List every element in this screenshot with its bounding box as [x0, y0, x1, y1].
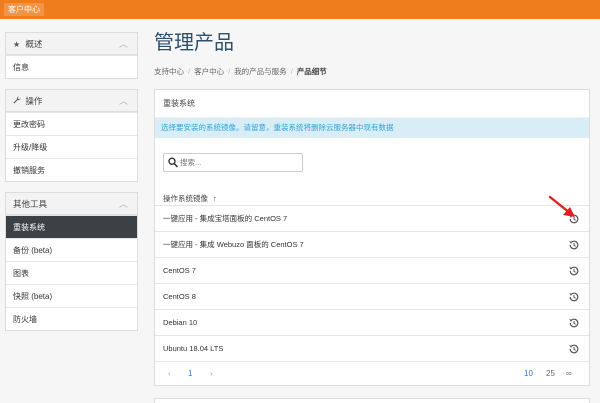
- breadcrumb-my-products[interactable]: 我的产品与服务: [234, 67, 287, 76]
- panel-header-other-tools[interactable]: 其他工具 ︿: [6, 193, 137, 215]
- breadcrumb-separator: /: [228, 67, 231, 76]
- column-label: 操作系统镜像: [163, 194, 208, 203]
- reinstall-card: 重装系统 选择要安装的系统镜像。请留意，重装系统将删除云服务器中现有数据 操作系…: [154, 89, 590, 386]
- info-alert: 选择要安装的系统镜像。请留意，重装系统将删除云服务器中现有数据: [155, 118, 589, 138]
- table-row[interactable]: Debian 10: [155, 309, 589, 335]
- chevron-up-icon[interactable]: ︿: [119, 193, 128, 215]
- sidebar-item-snapshot[interactable]: 快照 (beta): [6, 284, 137, 307]
- next-page-button[interactable]: ›: [210, 362, 213, 386]
- table-row[interactable]: Ubuntu 18.04 LTS: [155, 335, 589, 361]
- breadcrumb-client-center[interactable]: 客户中心: [194, 67, 224, 76]
- breadcrumb: 支持中心 / 客户中心 / 我的产品与服务 / 产品细节: [154, 67, 590, 77]
- page-size-all[interactable]: ∞: [566, 362, 572, 386]
- panel-header-overview[interactable]: ★ 概述 ︿: [6, 33, 137, 55]
- breadcrumb-current: 产品细节: [296, 67, 327, 76]
- panel-title: 概述: [25, 39, 43, 49]
- sidebar-item-charts[interactable]: 图表: [6, 261, 137, 284]
- top-bar: 客户中心: [0, 0, 600, 19]
- restore-icon[interactable]: [568, 239, 580, 251]
- panel-title: 操作: [25, 96, 43, 106]
- topbar-client-center[interactable]: 客户中心: [4, 3, 44, 16]
- table-row[interactable]: CentOS 7: [155, 257, 589, 283]
- annotation-arrow-icon: [548, 195, 575, 217]
- table-row[interactable]: CentOS 8: [155, 283, 589, 309]
- page-number-1[interactable]: 1: [188, 362, 192, 386]
- page-title: 管理产品: [154, 32, 234, 54]
- sidebar: ★ 概述 ︿ 信息 操作 ︿ 更改密码 升级/降级 撤销服务 其他工具 ︿ 重装…: [5, 32, 138, 341]
- page-size-10[interactable]: 10: [524, 362, 533, 386]
- restore-icon[interactable]: [568, 265, 580, 277]
- restore-icon[interactable]: [568, 291, 580, 303]
- breadcrumb-separator: /: [188, 67, 191, 76]
- breadcrumb-support[interactable]: 支持中心: [154, 67, 184, 76]
- sidebar-item-info[interactable]: 信息: [6, 55, 137, 78]
- sort-arrow-icon: ↑: [213, 194, 217, 203]
- sidebar-item-change-password[interactable]: 更改密码: [6, 112, 137, 135]
- search-icon: [168, 157, 178, 168]
- prev-page-button[interactable]: ‹: [168, 362, 171, 386]
- restore-icon[interactable]: [568, 317, 580, 329]
- os-image-name: 一键应用 - 集成 Webuzo 面板的 CentOS 7: [163, 240, 304, 249]
- card-title: 重装系统: [155, 90, 589, 118]
- sidebar-item-cancel-service[interactable]: 撤销服务: [6, 158, 137, 181]
- panel-header-actions[interactable]: 操作 ︿: [6, 90, 137, 112]
- panel-actions: 操作 ︿ 更改密码 升级/降级 撤销服务: [5, 89, 138, 182]
- sidebar-item-firewall[interactable]: 防火墙: [6, 307, 137, 330]
- restore-icon[interactable]: [568, 343, 580, 355]
- panel-overview: ★ 概述 ︿ 信息: [5, 32, 138, 79]
- star-icon: ★: [13, 40, 21, 49]
- sidebar-item-backup[interactable]: 备份 (beta): [6, 238, 137, 261]
- os-image-name: Debian 10: [163, 318, 198, 327]
- panel-title: 其他工具: [13, 199, 48, 209]
- chevron-up-icon[interactable]: ︿: [119, 90, 128, 112]
- search-input[interactable]: [180, 156, 298, 169]
- panel-other-tools: 其他工具 ︿ 重装系统 备份 (beta) 图表 快照 (beta) 防火墙: [5, 192, 138, 331]
- wrench-icon: [13, 91, 23, 113]
- next-card-edge: [154, 398, 590, 403]
- os-image-name: CentOS 8: [163, 292, 196, 301]
- main-content: 管理产品 支持中心 / 客户中心 / 我的产品与服务 / 产品细节 重装系统 选择要安装的系…: [154, 30, 590, 386]
- breadcrumb-separator: /: [290, 67, 293, 76]
- column-header-os-image[interactable]: 操作系统镜像 ↑: [163, 193, 217, 204]
- os-image-name: 一键应用 - 集成宝塔面板的 CentOS 7: [163, 214, 288, 223]
- page-size-25[interactable]: 25: [546, 362, 555, 386]
- os-image-name: Ubuntu 18.04 LTS: [163, 344, 224, 353]
- table-row[interactable]: 一键应用 - 集成 Webuzo 面板的 CentOS 7: [155, 231, 589, 257]
- table-row[interactable]: 一键应用 - 集成宝塔面板的 CentOS 7: [155, 205, 589, 231]
- pagination: ‹ 1 › 10 25 ∞: [155, 361, 589, 385]
- sidebar-item-reinstall[interactable]: 重装系统: [6, 215, 137, 238]
- chevron-up-icon[interactable]: ︿: [119, 33, 128, 55]
- search-box: [163, 153, 303, 172]
- sidebar-item-upgrade-downgrade[interactable]: 升级/降级: [6, 135, 137, 158]
- os-image-list: 一键应用 - 集成宝塔面板的 CentOS 7 一键应用 - 集成 Webuzo…: [155, 205, 589, 361]
- os-image-name: CentOS 7: [163, 266, 196, 275]
